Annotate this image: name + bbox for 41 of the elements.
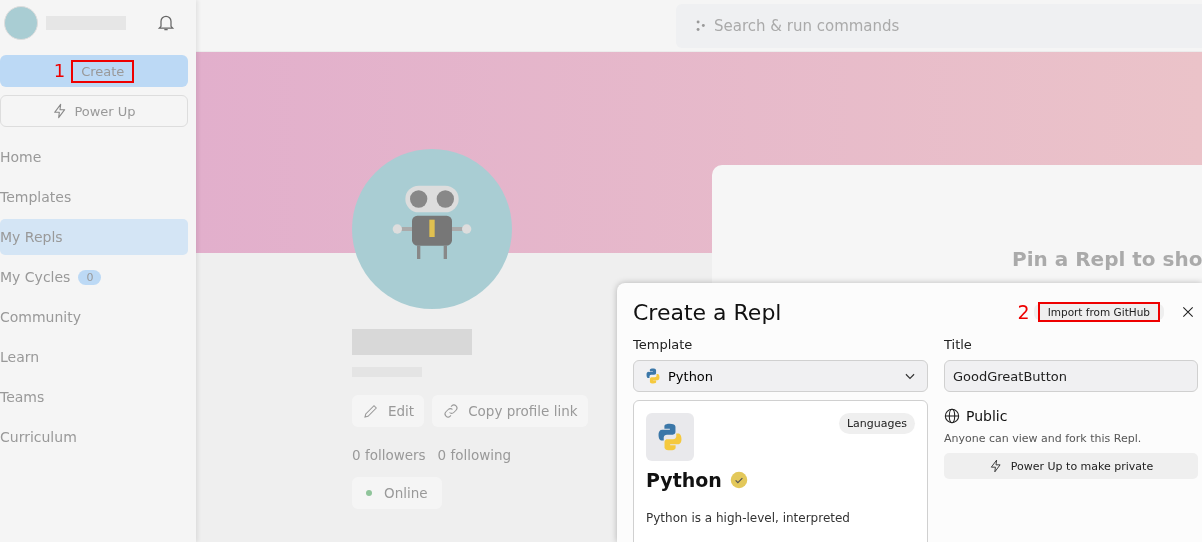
search-field[interactable]: Search & run commands — [676, 3, 1202, 48]
template-label: Template — [633, 337, 694, 352]
title-input[interactable]: GoodGreatButton — [944, 360, 1198, 392]
close-icon — [1180, 304, 1196, 320]
status-dot — [366, 490, 372, 496]
globe-icon — [944, 408, 960, 424]
nav-item[interactable]: Learn — [0, 339, 188, 375]
lightning-icon — [988, 459, 1003, 473]
following-link[interactable]: 0 following — [437, 447, 512, 463]
annotation-number: 1 — [53, 62, 66, 80]
template-name: Python — [646, 469, 722, 491]
import-github-button[interactable]: Import from GitHub — [1033, 304, 1164, 320]
nav-item[interactable]: Curriculum — [0, 419, 188, 455]
power-up-button[interactable]: Power Up — [0, 95, 188, 127]
title-label: Title — [944, 337, 973, 352]
bell-icon — [156, 13, 176, 33]
nav-label: My Cycles — [0, 269, 71, 285]
category-tag: Languages — [838, 413, 915, 434]
power-up-private-button[interactable]: Power Up to make private — [944, 453, 1198, 479]
nav-item[interactable]: Teams — [0, 379, 188, 415]
nav-item[interactable]: My Repls — [0, 219, 188, 255]
visibility-label: Public — [966, 408, 1008, 424]
count-badge: 0 — [78, 269, 102, 285]
annotation-number: 2 — [1017, 302, 1030, 322]
edit-button[interactable]: Edit — [352, 395, 425, 427]
nav-item[interactable]: Community — [0, 299, 188, 335]
link-icon — [442, 402, 461, 420]
dialog-title: Create a Repl — [633, 299, 782, 325]
nav-item[interactable]: My Cycles 0 — [0, 259, 188, 295]
copy-link-button[interactable]: Copy profile link — [432, 395, 588, 427]
visibility-note: Anyone can view and fork this Repl. — [944, 432, 1143, 445]
template-description: Python is a high-level, interpreted — [646, 511, 851, 525]
nav-item[interactable]: Templates — [0, 179, 188, 215]
status-pill: Online — [352, 477, 442, 509]
create-button[interactable]: 1 Create — [0, 55, 188, 87]
followers-link[interactable]: 0 followers — [352, 447, 426, 463]
pencil-icon — [362, 402, 380, 420]
template-dropdown[interactable]: Python — [633, 360, 928, 392]
pin-message: Pin a Repl to sho — [1012, 247, 1202, 271]
nav-item[interactable]: Home — [0, 139, 188, 175]
python-logo-icon — [644, 367, 662, 385]
